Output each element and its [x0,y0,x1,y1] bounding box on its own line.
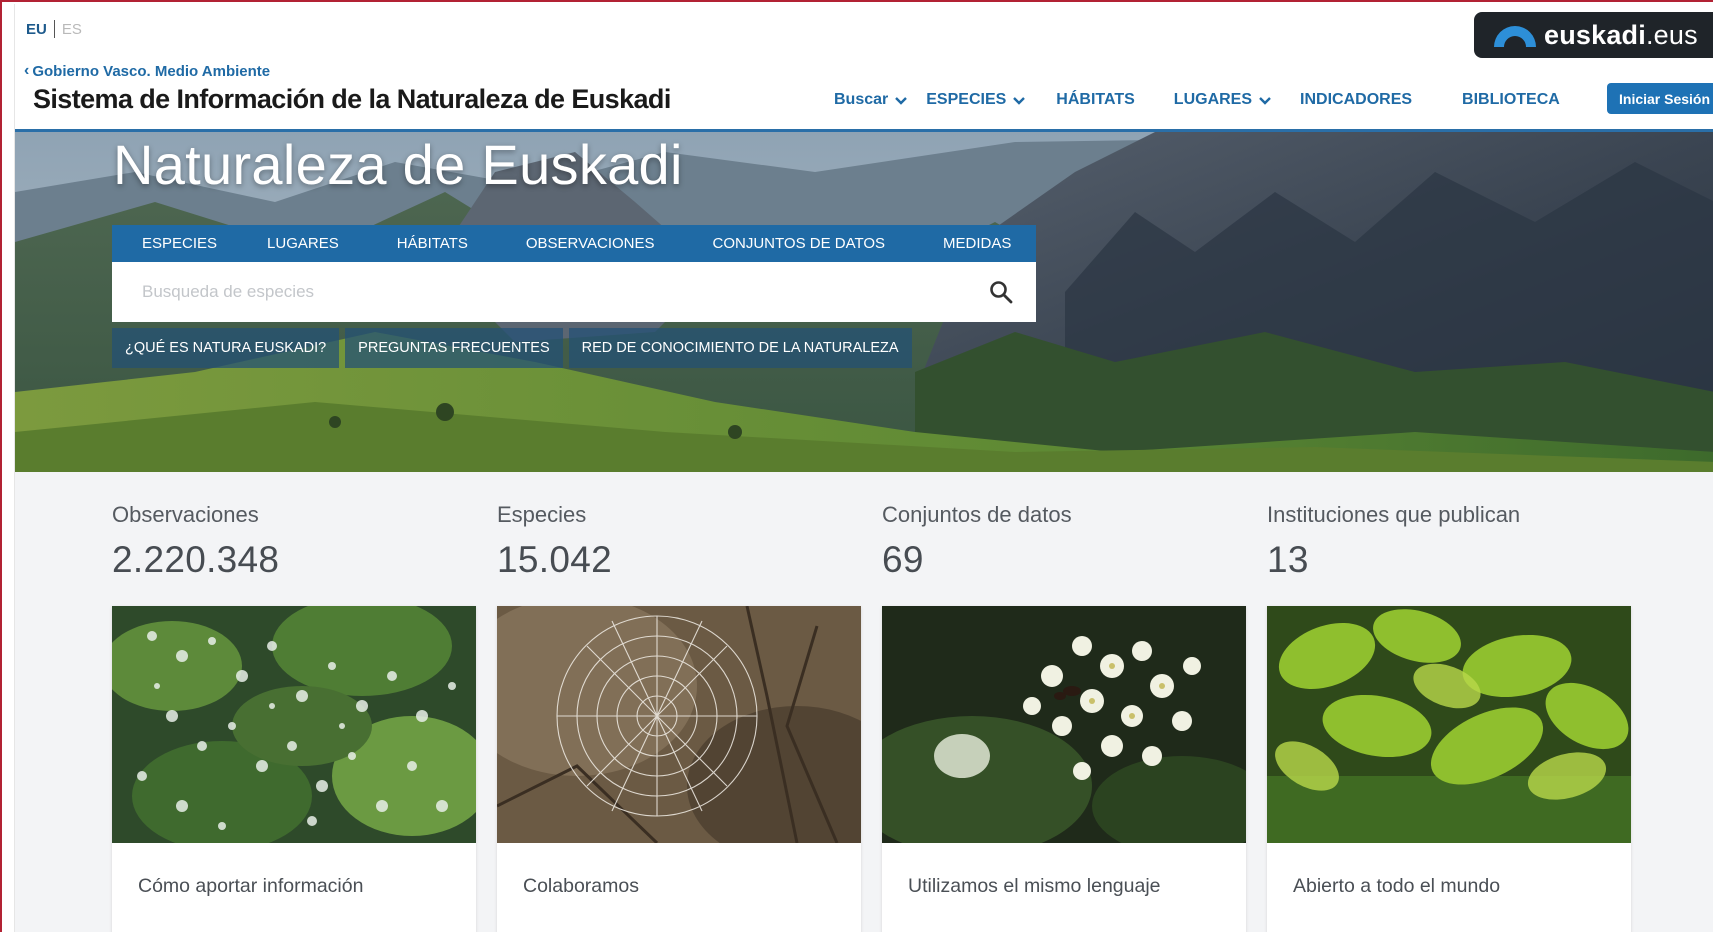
stat-label: Conjuntos de datos [882,502,1072,527]
white-flowers-with-ant-image [882,606,1246,843]
hero-title: Naturaleza de Euskadi [113,133,683,196]
stat-label: Instituciones que publican [1267,502,1521,527]
nav-especies[interactable]: ESPECIES [926,91,1026,109]
login-button[interactable]: Iniciar Sesión [1607,83,1713,114]
card-image [1267,606,1631,843]
spider-web-image [497,606,861,843]
card-caption: Utilizamos el mismo lenguaje [908,875,1161,897]
stat-especies[interactable]: Especies 15.042 [497,502,612,581]
nav-indicadores[interactable]: INDICADORES [1300,91,1412,109]
nav-lugares[interactable]: LUGARES [1174,91,1272,109]
stat-value: 13 [1267,539,1309,580]
euskadi-logo-text: euskadi.eus [1544,19,1698,50]
hero-banner: Naturaleza de Euskadi ESPECIES LUGARES H… [15,132,1713,472]
stat-value: 15.042 [497,539,612,580]
card-abierto-al-mundo[interactable]: Abierto a todo el mundo [1267,606,1631,932]
language-divider [53,20,55,38]
chevron-down-icon [1259,97,1271,105]
stat-label: Especies [497,502,587,527]
language-eu-link[interactable]: EU [26,21,47,38]
stat-instituciones[interactable]: Instituciones que publican 13 [1267,502,1520,581]
back-link-label: Gobierno Vasco. Medio Ambiente [32,62,271,80]
browser-frame: EU ES euskadi.eus ‹ Gobierno Vasco. Medi… [0,0,1713,932]
stat-label: Observaciones [112,502,259,527]
search-category-tabs: ESPECIES LUGARES HÁBITATS OBSERVACIONES … [112,225,1036,262]
tab-medidas[interactable]: MEDIDAS [943,235,1011,252]
stat-value: 2.220.348 [112,539,280,580]
species-search-input[interactable] [142,282,962,302]
link-preguntas-frecuentes[interactable]: PREGUNTAS FRECUENTES [345,328,563,368]
language-es-link[interactable]: ES [62,21,82,38]
hero-info-links: ¿QUÉ ES NATURA EUSKADI? PREGUNTAS FRECUE… [112,328,918,368]
card-como-aportar[interactable]: Cómo aportar información [112,606,476,932]
stat-conjuntos-de-datos[interactable]: Conjuntos de datos 69 [882,502,1072,581]
nav-habitats[interactable]: HÁBITATS [1056,91,1135,109]
link-red-de-conocimiento[interactable]: RED DE CONOCIMIENTO DE LA NATURALEZA [568,328,912,368]
chevron-down-icon [1013,97,1026,105]
euskadi-eus-logo[interactable]: euskadi.eus [1474,12,1713,58]
card-image [112,606,476,843]
card-colaboramos[interactable]: Colaboramos [497,606,861,932]
card-caption: Colaboramos [523,875,639,897]
oak-leaves-image [1267,606,1631,843]
card-caption: Abierto a todo el mundo [1293,875,1501,897]
tab-observaciones[interactable]: OBSERVACIONES [526,235,655,252]
card-mismo-lenguaje[interactable]: Utilizamos el mismo lenguaje [882,606,1246,932]
stat-observaciones[interactable]: Observaciones 2.220.348 [112,502,279,581]
search-icon[interactable] [988,279,1014,305]
species-search-box [112,262,1036,322]
dew-drops-on-leaves-image [112,606,476,843]
gobierno-vasco-back-link[interactable]: ‹ Gobierno Vasco. Medio Ambiente [24,62,270,80]
nav-buscar[interactable]: Buscar [834,91,908,109]
main-navigation: Buscar ESPECIES HÁBITATS LUGARES INDICAD… [834,86,1560,114]
link-que-es-natura-euskadi[interactable]: ¿QUÉ ES NATURA EUSKADI? [112,328,340,368]
statistics-section: Observaciones 2.220.348 Especies 15.042 … [15,472,1713,932]
card-image [882,606,1246,843]
euskadi-arc-icon [1494,26,1536,47]
tab-habitats[interactable]: HÁBITATS [397,235,468,252]
nav-biblioteca[interactable]: BIBLIOTECA [1462,91,1560,109]
page-left-edge [4,4,15,932]
tab-lugares[interactable]: LUGARES [267,235,339,252]
tab-especies[interactable]: ESPECIES [142,235,217,252]
site-title[interactable]: Sistema de Información de la Naturaleza … [33,84,671,115]
chevron-down-icon [895,97,908,105]
card-caption: Cómo aportar información [138,875,364,897]
card-image [497,606,861,843]
language-switcher: EU ES [26,18,82,40]
tab-conjuntos-de-datos[interactable]: CONJUNTOS DE DATOS [713,235,886,252]
chevron-left-icon: ‹ [24,62,30,79]
stat-value: 69 [882,539,924,580]
